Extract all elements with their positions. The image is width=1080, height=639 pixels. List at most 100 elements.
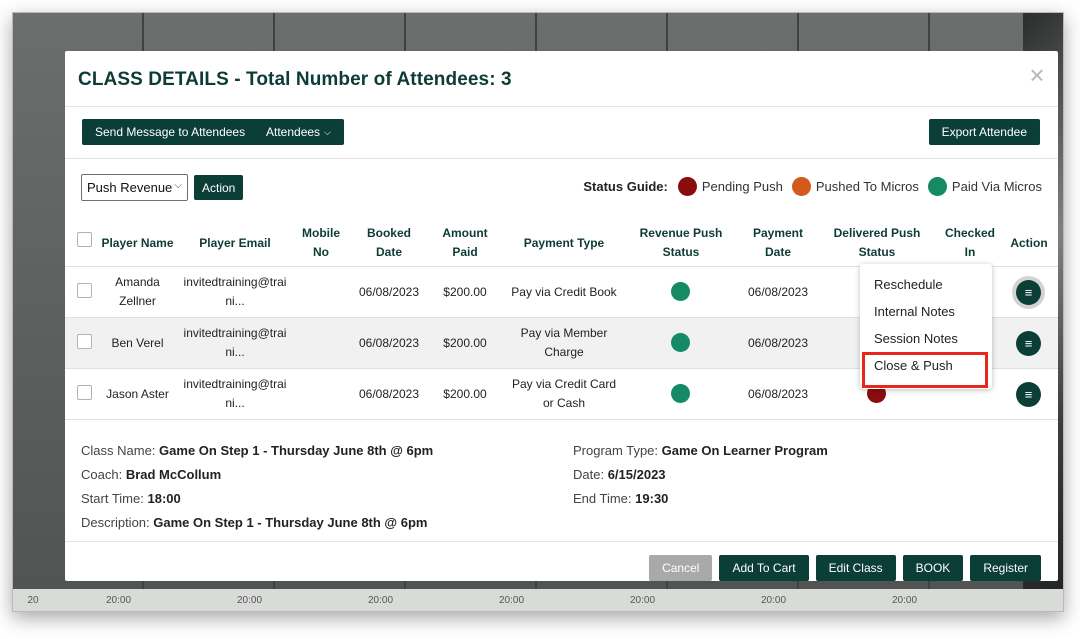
player-email: invitedtraining@trai ni... [181, 324, 289, 362]
background-time-row: 20 20:00 20:00 20:00 20:00 20:00 20:00 2… [13, 589, 1063, 611]
amount-paid: $200.00 [443, 285, 487, 299]
header-payment-type: Payment Type [523, 236, 605, 250]
header-payment-line1: Payment [752, 226, 804, 240]
add-to-cart-button[interactable]: Add To Cart [719, 555, 809, 581]
date-label: Date: [573, 467, 605, 482]
class-name-value: Game On Step 1 - Thursday June 8th @ 6pm [159, 443, 434, 458]
row-menu-button[interactable]: ≡ [1016, 331, 1041, 356]
payment-type: Pay via Credit Card or Cash [505, 375, 623, 413]
bulk-action-select[interactable]: Push Revenue ⌵ [81, 174, 188, 201]
header-payment-date: Payment Date [743, 224, 813, 262]
start-time-value: 18:00 [147, 491, 181, 506]
player-email-line2: ni... [225, 294, 245, 308]
header-checked-in: Checked In [937, 224, 1003, 262]
amount-paid: $200.00 [443, 387, 487, 401]
header-checked-line2: In [964, 245, 976, 259]
header-delivered-push: Delivered Push Status [825, 224, 929, 262]
payment-type-line2: or Cash [542, 396, 586, 410]
background-time: 20:00 [498, 594, 525, 606]
player-name: Ben Verel [111, 336, 164, 350]
player-name: Jason Aster [106, 387, 169, 401]
close-icon[interactable]: × [1026, 62, 1048, 88]
row-menu-button[interactable]: ≡ [1016, 382, 1041, 407]
header-amount-line1: Amount [442, 226, 488, 240]
player-email: invitedtraining@trai ni... [181, 273, 289, 311]
player-email-line1: invitedtraining@trai [183, 377, 287, 391]
payment-type: Pay via Member Charge [505, 324, 623, 362]
class-info-right: Program Type: Game On Learner Program Da… [573, 439, 828, 511]
menu-item-session-notes[interactable]: Session Notes [874, 331, 958, 346]
status-label: Pushed To Micros [815, 179, 919, 194]
header-amount-line2: Paid [452, 245, 478, 259]
player-email-line2: ni... [225, 345, 245, 359]
player-email: invitedtraining@trai ni... [181, 375, 289, 413]
status-guide-label: Status Guide: [583, 179, 668, 194]
table-header: Player Name Player Email Mobile No Booke… [65, 219, 1058, 267]
header-revenue-push: Revenue Push Status [633, 224, 729, 262]
header-player-name: Player Name [101, 236, 174, 250]
payment-type-line2: Charge [544, 345, 584, 359]
header-checked-line1: Checked [944, 226, 996, 240]
header-booked-date: Booked Date [357, 224, 421, 262]
modal-footer: Cancel Add To Cart Edit Class BOOK Regis… [642, 555, 1041, 581]
player-email-line1: invitedtraining@trai [183, 275, 287, 289]
header-revenue-line1: Revenue Push [639, 226, 723, 240]
revenue-push-status-icon [671, 384, 690, 403]
class-name-line: Class Name: Game On Step 1 - Thursday Ju… [81, 439, 433, 463]
background-time: 20:00 [629, 594, 656, 606]
coach-label: Coach: [81, 467, 123, 482]
background-time: 20 [27, 594, 39, 606]
pushed-dot-icon [791, 177, 811, 196]
row-checkbox[interactable] [77, 334, 92, 349]
payment-date: 06/08/2023 [747, 285, 809, 299]
highlight-box [862, 352, 988, 388]
background-time: 20:00 [105, 594, 132, 606]
player-name: Amanda Zellner [100, 273, 175, 311]
start-time-line: Start Time: 18:00 [81, 487, 433, 511]
coach-value: Brad McCollum [125, 467, 222, 482]
header-action: Action [1010, 236, 1048, 250]
attendees-label: Attendees [266, 125, 321, 139]
footer-divider [65, 541, 1058, 542]
menu-item-internal-notes[interactable]: Internal Notes [874, 304, 955, 319]
attendees-dropdown-button[interactable]: Attendees ⌵ [253, 119, 344, 145]
row-menu-button[interactable]: ≡ [1016, 280, 1041, 305]
end-time-value: 19:30 [635, 491, 669, 506]
booked-date: 06/08/2023 [358, 387, 420, 401]
revenue-push-status-icon [671, 333, 690, 352]
paid-dot-icon [927, 177, 947, 196]
end-time-line: End Time: 19:30 [573, 487, 828, 511]
class-info-left: Class Name: Game On Step 1 - Thursday Ju… [81, 439, 433, 535]
send-message-button[interactable]: Send Message to Attendees [82, 119, 259, 145]
edit-class-button[interactable]: Edit Class [815, 555, 896, 581]
modal-toolbar: Send Message to Attendees Attendees ⌵ Ex… [65, 107, 1058, 159]
revenue-push-status-icon [671, 282, 690, 301]
status-pushed-to-micros: Pushed To Micros [791, 177, 919, 196]
background-time: 20:00 [760, 594, 787, 606]
player-name-line2: Zellner [119, 294, 156, 308]
date-line: Date: 6/15/2023 [573, 463, 828, 487]
payment-type-line1: Pay via Member [520, 326, 608, 340]
select-all-checkbox[interactable] [77, 232, 92, 247]
player-name-line1: Amanda [115, 275, 160, 289]
status-label: Pending Push [701, 179, 783, 194]
register-button[interactable]: Register [970, 555, 1041, 581]
header-mobile-line1: Mobile [302, 226, 340, 240]
modal-title: CLASS DETAILS - Total Number of Attendee… [78, 69, 512, 90]
background-time: 20:00 [891, 594, 918, 606]
program-type-value: Game On Learner Program [661, 443, 828, 458]
cancel-button[interactable]: Cancel [649, 555, 713, 581]
row-checkbox[interactable] [77, 283, 92, 298]
coach-line: Coach: Brad McCollum [81, 463, 433, 487]
date-value: 6/15/2023 [607, 467, 666, 482]
modal-header: CLASS DETAILS - Total Number of Attendee… [65, 51, 1058, 107]
export-attendee-button[interactable]: Export Attendee [928, 119, 1040, 145]
header-payment-line2: Date [764, 245, 791, 259]
menu-item-reschedule[interactable]: Reschedule [874, 277, 943, 292]
book-button[interactable]: BOOK [902, 555, 964, 581]
header-mobile-line2: No [313, 245, 329, 259]
status-pending-push: Pending Push [677, 177, 783, 196]
action-button[interactable]: Action [194, 175, 244, 200]
row-checkbox[interactable] [77, 385, 92, 400]
description-value: Game On Step 1 - Thursday June 8th @ 6pm [153, 515, 428, 530]
